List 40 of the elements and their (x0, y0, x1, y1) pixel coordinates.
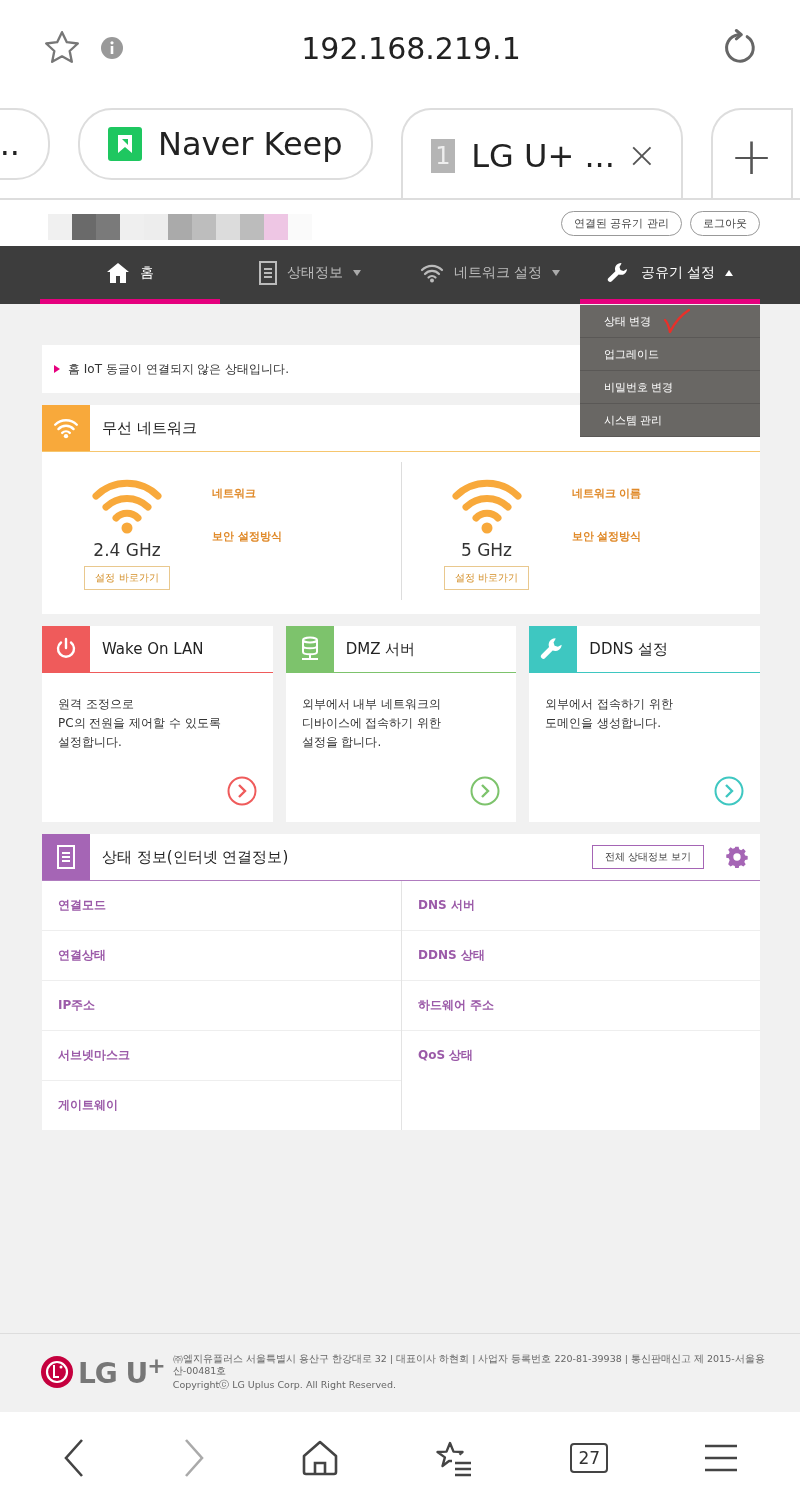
card-title: 무선 네트워크 (102, 418, 197, 438)
nav-tab[interactable]: 상태정보 (220, 246, 400, 304)
card-title: DMZ 서버 (345, 639, 416, 659)
field-label: 네트워크 (212, 486, 257, 501)
status-label: DDNS 상태 (418, 947, 485, 964)
view-all-status-button[interactable]: 전체 상태정보 보기 (591, 845, 704, 869)
new-tab-button[interactable]: + (710, 108, 793, 198)
status-label: 게이트웨이 (58, 1097, 118, 1114)
field-label: 보안 설정방식 (571, 529, 642, 544)
browser-tab[interactable]: Naver Keep (78, 108, 373, 180)
header-button[interactable]: 연결된 공유기 관리 (561, 210, 682, 236)
browser-tab[interactable]: 1 LG U+ ... (400, 108, 683, 198)
status-label: IP주소 (58, 997, 96, 1014)
browser-tab[interactable]: ... (0, 108, 50, 180)
header-button[interactable]: 로그아웃 (690, 210, 760, 236)
status-label: 연결모드 (58, 897, 106, 914)
status-label: QoS 상태 (418, 1047, 474, 1064)
nav-tab[interactable]: 네트워크 설정 (400, 246, 580, 304)
status-label: 하드웨어 주소 (418, 997, 495, 1014)
field-label: 보안 설정방식 (212, 529, 282, 544)
menu-item[interactable]: 상태 변경 (580, 305, 760, 338)
card-description: 원격 조정으로 PC의 전원을 제어할 수 있도록 설정합니다. (57, 696, 222, 751)
tab-favicon: 1 (430, 139, 456, 173)
logo-text: LG U$^{+}$ (78, 1353, 165, 1391)
card-description: 외부에서 접속하기 위한 도메인을 생성합니다. (544, 696, 674, 732)
status-label: 연결상태 (58, 947, 106, 964)
card-title: DDNS 설정 (589, 639, 668, 659)
notice-text: 홈 IoT 동글이 연결되지 않은 상태입니다. (68, 360, 290, 378)
footer-text: Copyrightⓒ LG Uplus Corp. All Right Reserved. (172, 1379, 397, 1391)
nav-tab[interactable]: 홈 (40, 246, 220, 304)
footer-text: ㈜엘지유플러스 서울특별시 용산구 한강대로 32 | 대표이사 하현회 | 사업자 등록번호 220-81-39938 | 통신판매신고 제 2015-서울용산-00481호 (172, 1353, 766, 1377)
band-label: 5 GHz (460, 540, 513, 560)
status-label: 서브넷마스크 (58, 1047, 130, 1064)
field-label: 네트워크 이름 (571, 486, 642, 501)
tab-count-button[interactable]: 27 (570, 1443, 609, 1473)
band-label: 2.4 GHz (93, 540, 161, 560)
card-description: 외부에서 내부 네트워크의 디바이스에 접속하기 위한 설정을 합니다. (300, 696, 443, 751)
card-title: Wake On LAN (102, 640, 204, 658)
status-label: DNS 서버 (418, 897, 475, 914)
card-title: 상태 정보(인터넷 연결정보) (102, 847, 289, 867)
